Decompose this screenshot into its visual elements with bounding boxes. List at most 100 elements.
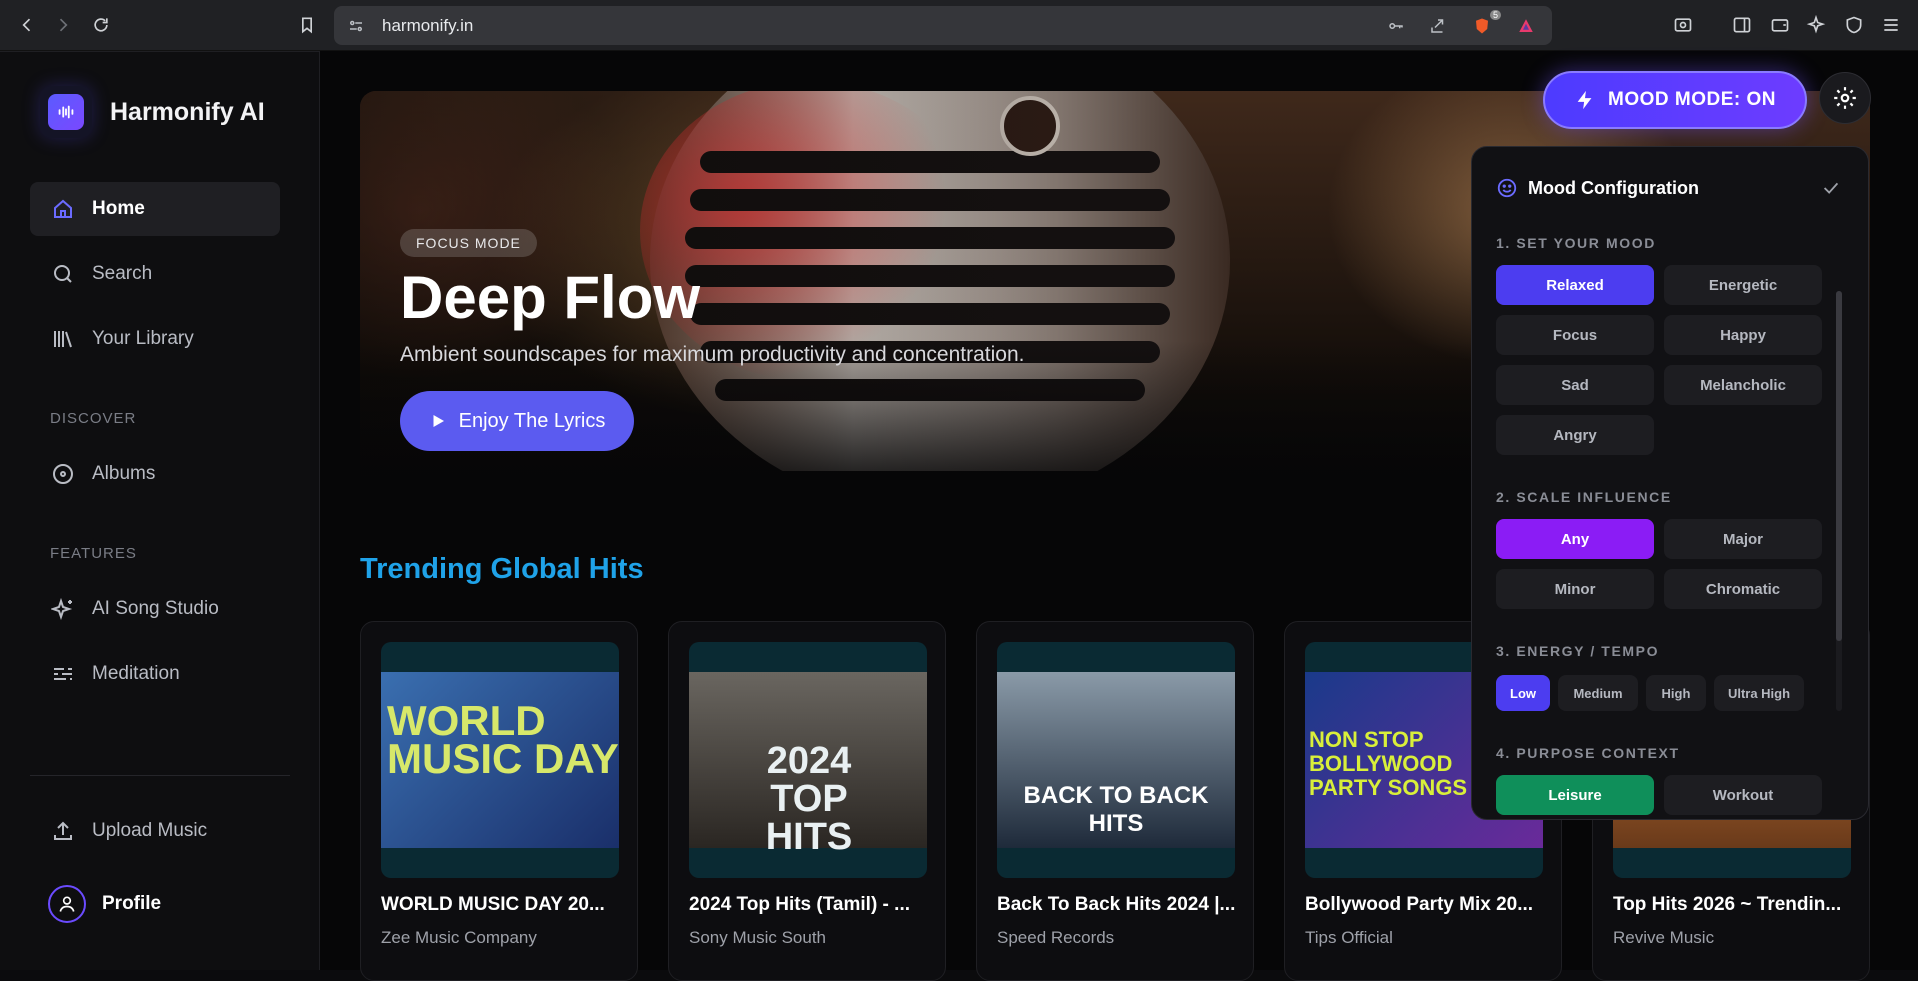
sliders-icon	[50, 661, 76, 687]
user-icon	[59, 896, 75, 912]
section-label-mood: 1. SET YOUR MOOD	[1496, 235, 1656, 251]
app-root: Harmonify AI Home Search Your Library DI…	[0, 51, 1918, 981]
album-artist: Revive Music	[1613, 928, 1715, 947]
back-icon[interactable]	[14, 12, 40, 38]
section-label-energy: 3. ENERGY / TEMPO	[1496, 643, 1660, 659]
sidebar-item-label: Search	[92, 263, 153, 284]
mood-config-panel: Mood Configuration 1. SET YOUR MOOD Rela…	[1471, 146, 1869, 820]
share-icon[interactable]	[1428, 16, 1448, 36]
panel-title: Mood Configuration	[1528, 177, 1699, 198]
section-title-trending: Trending Global Hits	[360, 553, 644, 585]
album-art: 2024 TOP HITS	[689, 642, 927, 878]
mood-chip-sad[interactable]: Sad	[1496, 365, 1654, 405]
sidebar-item-library[interactable]: Your Library	[30, 312, 280, 366]
album-art-text: NON STOP BOLLYWOOD PARTY SONGS	[1309, 727, 1468, 800]
brand[interactable]: Harmonify AI	[40, 86, 265, 138]
album-title: Bollywood Party Mix 20...	[1305, 894, 1534, 915]
album-title: 2024 Top Hits (Tamil) - ...	[689, 894, 910, 915]
purpose-chip-workout[interactable]: Workout	[1664, 775, 1822, 815]
album-title: WORLD MUSIC DAY 20...	[381, 894, 605, 915]
album-title: Top Hits 2026 ~ Trendin...	[1613, 894, 1842, 915]
sidebar-item-label: Albums	[92, 463, 156, 484]
sidebar-item-profile[interactable]: Profile	[30, 877, 280, 931]
sidebar-divider	[30, 775, 290, 776]
reload-icon[interactable]	[88, 12, 114, 38]
enjoy-lyrics-button[interactable]: Enjoy The Lyrics	[400, 391, 634, 451]
shield-count-badge: 5	[1490, 10, 1502, 20]
site-info-icon[interactable]	[346, 16, 366, 36]
smile-icon	[1497, 178, 1517, 198]
section-label-purpose: 4. PURPOSE CONTEXT	[1496, 745, 1680, 761]
sidebar-item-meditation[interactable]: Meditation	[30, 647, 280, 701]
vpn-icon[interactable]	[1843, 14, 1865, 36]
mood-chip-melancholic[interactable]: Melancholic	[1664, 365, 1822, 405]
energy-chip-high[interactable]: High	[1646, 675, 1706, 711]
browser-toolbar: harmonify.in 5	[0, 0, 1918, 51]
album-card[interactable]: BACK TO BACK HITS Back To Back Hits 2024…	[976, 621, 1254, 981]
sidebar-item-ai-studio[interactable]: AI Song Studio	[30, 582, 280, 636]
mood-chip-relaxed[interactable]: Relaxed	[1496, 265, 1654, 305]
energy-chip-ultra-high[interactable]: Ultra High	[1714, 675, 1804, 711]
screenshot-icon[interactable]	[1672, 14, 1694, 36]
forward-icon[interactable]	[50, 12, 76, 38]
sidebar-item-albums[interactable]: Albums	[30, 447, 280, 501]
gear-icon	[1834, 87, 1856, 109]
energy-chip-low[interactable]: Low	[1496, 675, 1550, 711]
sidebar: Harmonify AI Home Search Your Library DI…	[0, 51, 320, 970]
check-icon[interactable]	[1820, 177, 1842, 199]
mood-mode-toggle[interactable]: MOOD MODE: ON	[1543, 71, 1807, 129]
menu-icon[interactable]	[1880, 14, 1902, 36]
album-card[interactable]: 2024 TOP HITS 2024 Top Hits (Tamil) - ..…	[668, 621, 946, 981]
scale-chip-any[interactable]: Any	[1496, 519, 1654, 559]
sparkles-icon	[50, 596, 76, 622]
album-artist: Zee Music Company	[381, 928, 537, 947]
panel-scrollbar[interactable]	[1836, 291, 1842, 711]
sidebar-item-label: Your Library	[92, 328, 194, 349]
panel-header: Mood Configuration	[1496, 177, 1699, 199]
sidebar-item-label: Meditation	[92, 663, 180, 684]
energy-chip-medium[interactable]: Medium	[1558, 675, 1638, 711]
search-icon	[50, 261, 76, 287]
album-art: BACK TO BACK HITS	[997, 642, 1235, 878]
rewards-icon[interactable]	[1516, 16, 1536, 36]
sidebar-item-label: Home	[92, 198, 145, 219]
brave-shield-icon[interactable]	[1472, 16, 1492, 36]
play-icon	[433, 415, 444, 427]
lightning-icon	[1577, 90, 1592, 110]
mood-chip-energetic[interactable]: Energetic	[1664, 265, 1822, 305]
mood-chip-angry[interactable]: Angry	[1496, 415, 1654, 455]
album-artist: Tips Official	[1305, 928, 1393, 947]
sidebar-item-upload[interactable]: Upload Music	[30, 804, 280, 858]
album-art-text: WORLD MUSIC DAY	[387, 697, 619, 782]
sidebar-item-search[interactable]: Search	[30, 247, 280, 301]
sidebar-toggle-icon[interactable]	[1731, 14, 1753, 36]
key-icon[interactable]	[1386, 16, 1406, 36]
panel-scrollbar-thumb[interactable]	[1836, 291, 1842, 641]
scale-chip-major[interactable]: Major	[1664, 519, 1822, 559]
bookmark-icon[interactable]	[294, 12, 320, 38]
waveform-icon	[58, 105, 74, 119]
album-card[interactable]: WORLD MUSIC DAY WORLD MUSIC DAY 20... Ze…	[360, 621, 638, 981]
sidebar-item-label: AI Song Studio	[92, 598, 219, 619]
wallet-icon[interactable]	[1769, 14, 1791, 36]
sidebar-item-label: Upload Music	[92, 820, 208, 841]
sidebar-item-label: Profile	[102, 893, 162, 914]
album-title: Back To Back Hits 2024 |...	[997, 894, 1235, 915]
brand-logo	[40, 86, 92, 138]
scale-chip-chromatic[interactable]: Chromatic	[1664, 569, 1822, 609]
hero-subtitle: Ambient soundscapes for maximum producti…	[400, 343, 1025, 366]
sidebar-item-home[interactable]: Home	[30, 182, 280, 236]
mood-chip-focus[interactable]: Focus	[1496, 315, 1654, 355]
album-art-text: BACK TO BACK HITS	[1023, 782, 1209, 837]
album-art-text: 2024 TOP HITS	[765, 740, 853, 858]
leo-ai-icon[interactable]	[1805, 14, 1827, 36]
scale-chip-minor[interactable]: Minor	[1496, 569, 1654, 609]
settings-button[interactable]	[1819, 72, 1871, 124]
home-icon	[50, 196, 76, 222]
purpose-chip-leisure[interactable]: Leisure	[1496, 775, 1654, 815]
address-bar[interactable]: harmonify.in 5	[334, 6, 1552, 45]
disc-icon	[50, 461, 76, 487]
brand-name: Harmonify AI	[110, 97, 265, 126]
mood-chip-happy[interactable]: Happy	[1664, 315, 1822, 355]
url-text[interactable]: harmonify.in	[382, 16, 473, 36]
